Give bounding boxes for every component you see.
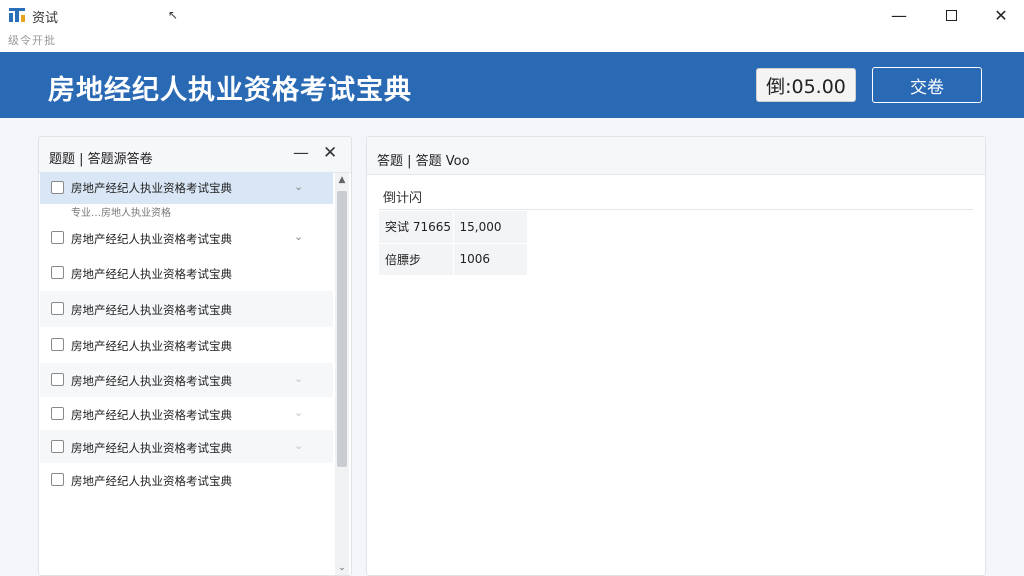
- info-table: 突试 71665 15,000 倍膘步 1006: [379, 211, 527, 276]
- window-titlebar: 资试 级令开批 ↖ — ✕: [0, 0, 1024, 52]
- question-item[interactable]: 房地产经纪人执业资格考试宝典 ⌄: [40, 363, 333, 397]
- question-checkbox[interactable]: [51, 338, 64, 351]
- answer-panel-header: 答题 | 答题 Voo: [367, 137, 985, 175]
- panel-close-icon[interactable]: ✕: [323, 143, 337, 163]
- page-title: 房地经纪人执业资格考试宝典: [48, 75, 412, 106]
- app-logo-icon: [9, 8, 25, 22]
- question-list-panel: 题题 | 答题源答卷 — ✕ 房地产经纪人执业资格考试宝典 ⌄ 专业…房地人执业…: [38, 136, 352, 576]
- answer-panel-title: 答题 | 答题 Voo: [377, 154, 470, 169]
- question-checkbox[interactable]: [51, 440, 64, 453]
- chevron-down-icon[interactable]: ⌄: [294, 372, 303, 385]
- scroll-up-icon[interactable]: ▲: [335, 175, 349, 185]
- question-item[interactable]: 房地产经纪人执业资格考试宝典: [40, 463, 333, 497]
- question-checkbox[interactable]: [51, 231, 64, 244]
- minimize-icon: —: [891, 5, 907, 25]
- question-label: 房地产经纪人执业资格考试宝典: [71, 374, 232, 388]
- app-header: 房地经纪人执业资格考试宝典 倒:05.00 交卷: [0, 52, 1024, 118]
- scroll-down-icon[interactable]: ⌄: [335, 563, 349, 573]
- menu-bar-text[interactable]: 级令开批: [8, 32, 56, 48]
- question-item[interactable]: 房地产经纪人执业资格考试宝典 ⌄: [40, 221, 333, 255]
- close-icon: ✕: [994, 5, 1008, 25]
- question-checkbox[interactable]: [51, 266, 64, 279]
- section-divider: [379, 209, 973, 210]
- question-label: 房地产经纪人执业资格考试宝典: [71, 474, 232, 488]
- question-checkbox[interactable]: [51, 302, 64, 315]
- table-value: 1006: [453, 243, 527, 276]
- question-checkbox[interactable]: [51, 473, 64, 486]
- question-list-scrollbar[interactable]: ▲ ⌄: [335, 173, 349, 575]
- table-row: 突试 71665 15,000: [379, 211, 527, 244]
- maximize-icon: [945, 9, 957, 21]
- mouse-cursor-icon: ↖: [168, 8, 179, 22]
- window-title: 资试: [32, 11, 59, 26]
- question-list-title: 题题 | 答题源答卷: [49, 152, 153, 167]
- question-item[interactable]: 房地产经纪人执业资格考试宝典 ⌄: [40, 172, 333, 204]
- table-key: 突试 71665: [379, 211, 454, 244]
- question-checkbox[interactable]: [51, 407, 64, 420]
- question-label: 房地产经纪人执业资格考试宝典: [71, 232, 232, 246]
- question-list-header: 题题 | 答题源答卷 — ✕: [39, 137, 351, 173]
- table-row: 倍膘步 1006: [379, 243, 527, 276]
- chevron-down-icon[interactable]: ⌄: [294, 180, 303, 193]
- answer-panel: 答题 | 答题 Voo 倒计闪 突试 71665 15,000 倍膘步 1006: [366, 136, 986, 576]
- scrollbar-thumb[interactable]: [337, 191, 347, 467]
- question-item[interactable]: 房地产经纪人执业资格考试宝典 ⌄: [40, 430, 333, 463]
- question-item[interactable]: 房地产经纪人执业资格考试宝典 ⌄: [40, 397, 333, 430]
- question-label: 房地产经纪人执业资格考试宝典: [71, 181, 232, 195]
- question-label: 房地产经纪人执业资格考试宝典: [71, 267, 232, 281]
- countdown-timer: 倒:05.00: [756, 68, 856, 102]
- submit-exam-button[interactable]: 交卷: [872, 67, 982, 103]
- table-key: 倍膘步: [379, 243, 454, 276]
- question-label: 房地产经纪人执业资格考试宝典: [71, 441, 232, 455]
- table-value: 15,000: [453, 211, 527, 244]
- question-item[interactable]: 房地产经纪人执业资格考试宝典: [40, 327, 333, 363]
- question-checkbox[interactable]: [51, 181, 64, 194]
- question-sublabel: 专业…房地人执业资格: [71, 208, 171, 219]
- question-item[interactable]: 房地产经纪人执业资格考试宝典: [40, 255, 333, 291]
- question-label: 房地产经纪人执业资格考试宝典: [71, 339, 232, 353]
- close-window-button[interactable]: ✕: [978, 0, 1024, 30]
- question-item-detail: 专业…房地人执业资格: [40, 204, 333, 222]
- question-item[interactable]: 房地产经纪人执业资格考试宝典: [40, 291, 333, 327]
- section-title: 倒计闪: [383, 191, 423, 206]
- maximize-window-button[interactable]: [928, 0, 974, 30]
- chevron-down-icon[interactable]: ⌄: [294, 230, 303, 243]
- question-label: 房地产经纪人执业资格考试宝典: [71, 408, 232, 422]
- question-checkbox[interactable]: [51, 373, 64, 386]
- chevron-down-icon[interactable]: ⌄: [294, 406, 303, 419]
- question-label: 房地产经纪人执业资格考试宝典: [71, 303, 232, 317]
- panel-minimize-icon[interactable]: —: [293, 143, 309, 162]
- minimize-window-button[interactable]: —: [876, 0, 922, 30]
- chevron-down-icon[interactable]: ⌄: [294, 439, 303, 452]
